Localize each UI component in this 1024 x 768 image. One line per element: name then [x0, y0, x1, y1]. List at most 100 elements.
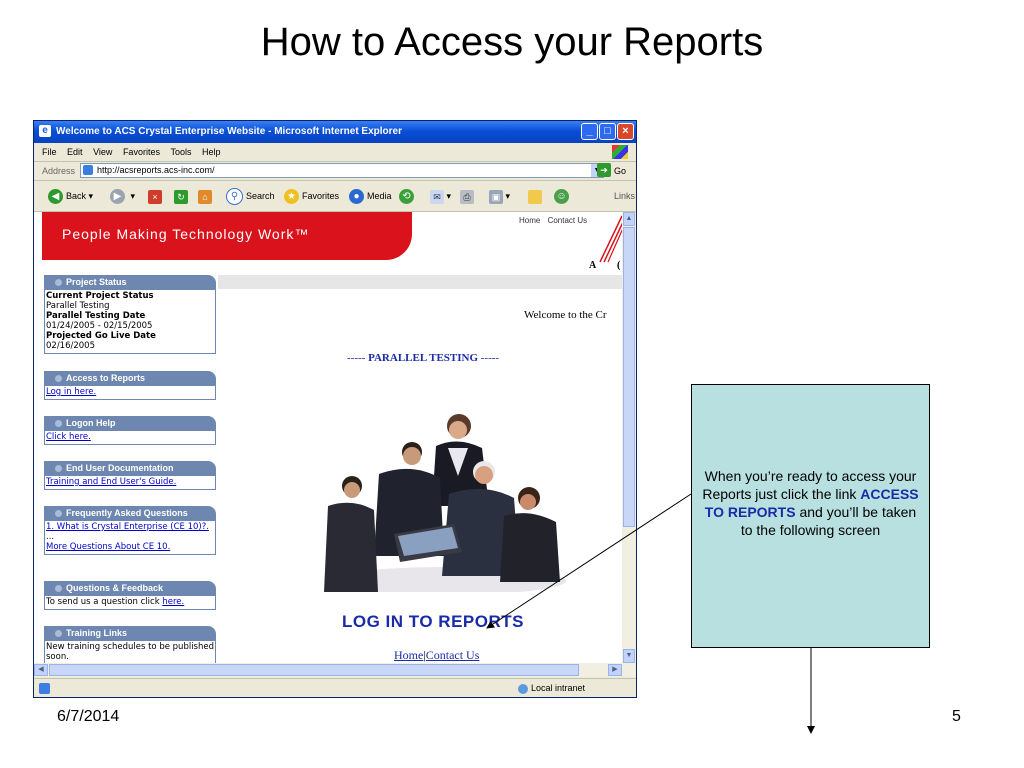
web-page: People Making Technology Work™ Home Cont… — [34, 212, 622, 663]
back-label: Back — [66, 191, 87, 201]
click-here-link[interactable]: Click here. — [46, 432, 91, 442]
browser-window: e Welcome to ACS Crystal Enterprise Webs… — [33, 120, 637, 698]
maximize-button[interactable]: □ — [599, 123, 616, 140]
logo-letter: A — [589, 260, 597, 271]
search-label: Search — [246, 191, 275, 201]
panel-body: To send us a question click here. — [44, 596, 216, 610]
mail-button[interactable]: ✉ ▾ — [430, 188, 451, 204]
panel-title: Logon Help — [66, 418, 116, 428]
links-button[interactable]: Links — [614, 188, 635, 204]
scroll-up-icon[interactable]: ▲ — [623, 212, 635, 226]
refresh-button[interactable]: ↻ — [174, 188, 188, 204]
menu-help[interactable]: Help — [202, 147, 221, 157]
zone-label: Local intranet — [531, 683, 586, 693]
page-icon — [83, 165, 93, 175]
horizontal-scrollbar[interactable]: ◀ ▶ — [34, 663, 636, 677]
log-in-here-link[interactable]: Log in here. — [46, 387, 96, 397]
messenger-button[interactable]: ☺ — [554, 188, 572, 205]
bullet-icon — [55, 279, 62, 286]
close-button[interactable]: × — [617, 123, 634, 140]
address-input[interactable]: http://acsreports.acs-inc.com/ ▼ — [80, 163, 604, 178]
top-link-contact[interactable]: Contact Us — [548, 216, 588, 225]
status-bar: Local intranet — [34, 678, 636, 698]
panel-logon-help: Logon Help Click here. — [44, 416, 216, 445]
address-bar: Address http://acsreports.acs-inc.com/ ▼… — [34, 162, 636, 181]
go-arrow-icon[interactable]: ➔ — [597, 163, 611, 177]
log-in-to-reports-link[interactable]: LOG IN TO REPORTS — [342, 612, 524, 632]
back-arrow-icon: ◀ — [48, 189, 63, 205]
scroll-left-icon[interactable]: ◀ — [34, 664, 48, 676]
panel-header: Access to Reports — [44, 371, 216, 386]
search-button[interactable]: ⚲ Search — [226, 188, 275, 206]
title-bar[interactable]: e Welcome to ACS Crystal Enterprise Webs… — [34, 121, 636, 143]
favorites-button[interactable]: ★ Favorites — [284, 188, 339, 205]
edit-button[interactable]: ▣ ▾ — [489, 188, 510, 204]
panel-body: Current Project Status Parallel Testing … — [44, 290, 216, 354]
bullet-icon — [55, 420, 62, 427]
minimize-button[interactable]: _ — [581, 123, 598, 140]
panel-training: Training Links New training schedules to… — [44, 626, 216, 663]
more-questions-link[interactable]: More Questions About CE 10. — [46, 542, 170, 552]
panel-body: Log in here. — [44, 386, 216, 400]
print-button[interactable]: ⎙ — [460, 188, 474, 204]
media-button[interactable]: ● Media — [349, 188, 392, 205]
folder-button[interactable] — [528, 188, 542, 204]
dash-left: ----- — [347, 352, 369, 364]
back-button[interactable]: ◀ Back ▾ — [48, 188, 93, 205]
stop-button[interactable]: × — [148, 188, 162, 204]
golive-label: Projected Go Live Date — [46, 331, 156, 341]
panel-title: Access to Reports — [66, 373, 146, 383]
callout-box: When you’re ready to access your Reports… — [691, 384, 930, 648]
panel-end-user-docs: End User Documentation Training and End … — [44, 461, 216, 490]
intranet-globe-icon — [518, 683, 528, 694]
panel-body: Training and End User's Guide. — [44, 476, 216, 490]
slide-page-number: 5 — [952, 708, 961, 725]
gray-band — [218, 275, 622, 289]
scroll-down-icon[interactable]: ▼ — [623, 649, 635, 663]
bullet-icon — [55, 510, 62, 517]
history-button[interactable]: ⟲ — [399, 188, 417, 205]
panel-feedback: Questions & Feedback To send us a questi… — [44, 581, 216, 610]
training-guide-link[interactable]: Training and End User's Guide. — [46, 477, 176, 487]
menu-file[interactable]: File — [42, 147, 57, 157]
stop-icon: × — [148, 189, 162, 204]
bottom-link-home[interactable]: Home — [394, 648, 423, 662]
ie-logo-icon: e — [39, 125, 51, 137]
top-link-home[interactable]: Home — [519, 216, 540, 225]
edit-icon: ▣ — [489, 189, 503, 204]
faq-link[interactable]: 1. What is Crystal Enterprise (CE 10)?. — [46, 522, 209, 532]
print-icon: ⎙ — [460, 189, 474, 204]
home-button[interactable]: ⌂ — [198, 188, 212, 204]
scroll-thumb[interactable] — [623, 227, 635, 527]
panel-title: Questions & Feedback — [66, 583, 164, 593]
address-label: Address — [42, 166, 76, 176]
panel-title: Training Links — [66, 628, 128, 638]
go-button[interactable]: Go — [614, 162, 626, 180]
menu-view[interactable]: View — [93, 147, 112, 157]
scroll-right-icon[interactable]: ▶ — [608, 664, 622, 676]
panel-title: Frequently Asked Questions — [66, 508, 188, 518]
search-icon: ⚲ — [226, 188, 243, 206]
testing-date-value: 01/24/2005 - 02/15/2005 — [46, 321, 153, 331]
panel-title: End User Documentation — [66, 463, 174, 473]
home-icon: ⌂ — [198, 189, 212, 204]
panel-header: Project Status — [44, 275, 216, 290]
menu-tools[interactable]: Tools — [170, 147, 191, 157]
bullet-icon — [55, 465, 62, 472]
vertical-scrollbar[interactable]: ▲ ▼ — [622, 212, 636, 663]
slide-date: 6/7/2014 — [57, 708, 120, 725]
media-label: Media — [367, 191, 392, 201]
feedback-here-link[interactable]: here. — [162, 597, 184, 607]
forward-button[interactable]: ▶ ▾ — [110, 188, 135, 205]
parallel-testing-heading: ----- PARALLEL TESTING ----- — [347, 352, 499, 364]
forward-arrow-icon: ▶ — [110, 189, 125, 205]
bullet-icon — [55, 630, 62, 637]
acs-logo-icon — [599, 215, 622, 263]
menu-edit[interactable]: Edit — [67, 147, 83, 157]
bottom-link-contact[interactable]: Contact Us — [426, 648, 480, 662]
banner-text: People Making Technology Work™ — [62, 226, 310, 242]
scroll-thumb[interactable] — [49, 664, 579, 676]
menu-favorites[interactable]: Favorites — [123, 147, 160, 157]
panel-header: Logon Help — [44, 416, 216, 431]
panel-faq: Frequently Asked Questions 1. What is Cr… — [44, 506, 216, 555]
